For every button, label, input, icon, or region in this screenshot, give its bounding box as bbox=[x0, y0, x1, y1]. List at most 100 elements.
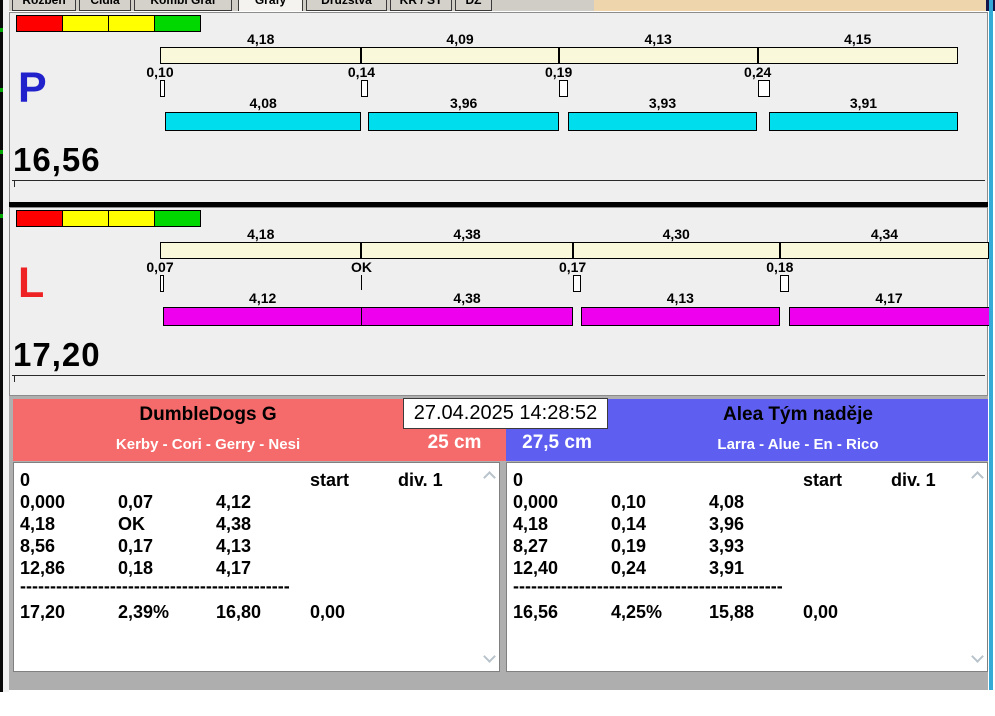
traffic-light-segment bbox=[154, 15, 201, 32]
lane-total-time: 16,56 bbox=[13, 141, 101, 178]
traffic-light-segment bbox=[62, 15, 109, 32]
lane-underline-tick bbox=[14, 181, 15, 187]
dog-time-label: 4,17 bbox=[875, 290, 903, 306]
table-cell: 8,56 bbox=[20, 536, 56, 556]
changeover-time-label: 0,19 bbox=[544, 64, 573, 80]
table-cell: start bbox=[310, 470, 350, 490]
table-cell: 0,14 bbox=[611, 514, 647, 534]
split-time-label: 4,38 bbox=[453, 226, 481, 242]
table-row: 8,27 0,19 3,93 bbox=[507, 535, 969, 557]
split-time-label: 4,18 bbox=[247, 226, 275, 242]
changeover-ok-marker bbox=[361, 275, 363, 290]
team-dogs: Larra - Alue - En - Rico bbox=[717, 436, 879, 453]
changeover-time-label: 0,10 bbox=[146, 64, 174, 80]
lane-total-time: 17,20 bbox=[13, 336, 101, 373]
scrollbar-up-button[interactable] bbox=[971, 471, 984, 484]
table-row: 8,56 0,17 4,13 bbox=[14, 535, 481, 557]
jump-height-label: 27,5 cm bbox=[522, 432, 592, 453]
table-cell: 4,12 bbox=[216, 492, 252, 512]
table-row: 4,18 0,14 3,96 bbox=[507, 513, 969, 535]
tab-grafy[interactable]: Grafy bbox=[238, 0, 303, 11]
changeover-marker bbox=[757, 80, 770, 97]
table-cell: 4,38 bbox=[216, 514, 252, 534]
table-cell: 0 bbox=[513, 470, 524, 490]
table-cell: 16,56 bbox=[513, 602, 559, 622]
table-cell: 0,07 bbox=[118, 492, 154, 512]
table-cell: 0 bbox=[20, 470, 31, 490]
table-cell: 0,19 bbox=[611, 536, 647, 556]
dog-time-label: 3,96 bbox=[450, 95, 478, 111]
table-cell: 17,20 bbox=[20, 602, 66, 622]
tab-rozb-h[interactable]: Rozběh bbox=[12, 0, 76, 11]
table-cell: 4,18 bbox=[513, 514, 549, 534]
changeover-marker bbox=[160, 80, 165, 97]
scrollbar-up-button[interactable] bbox=[483, 471, 496, 484]
table-cell: div. 1 bbox=[891, 470, 936, 490]
dog-run-bar bbox=[567, 112, 758, 131]
table-cell: 3,96 bbox=[709, 514, 745, 534]
window-right-border bbox=[989, 0, 993, 690]
table-cell: 3,93 bbox=[709, 536, 745, 556]
tab-dz[interactable]: DZ bbox=[455, 0, 492, 11]
table-cell: 0,00 bbox=[310, 602, 346, 622]
tab-kr-t[interactable]: KR / ŠT bbox=[390, 0, 452, 11]
tab-kombi-graf[interactable]: Kombi Graf bbox=[134, 0, 232, 11]
dog-time-label: 3,93 bbox=[648, 95, 677, 111]
title-strip bbox=[594, 0, 987, 11]
table-header-row: 0 start div. 1 bbox=[507, 469, 969, 491]
changeover-marker bbox=[558, 80, 568, 97]
split-divider bbox=[778, 242, 781, 259]
tab-idla[interactable]: Čidla bbox=[79, 0, 131, 11]
split-time-bar bbox=[160, 242, 990, 259]
bottom-scrollbar[interactable] bbox=[9, 672, 988, 690]
changeover-time-label: 0,14 bbox=[347, 64, 376, 80]
changeover-time-label: 0,24 bbox=[744, 64, 772, 80]
scrollbar-down-button[interactable] bbox=[971, 650, 984, 663]
changeover-marker bbox=[361, 80, 369, 97]
results-table-right[interactable]: 0 start div. 1 0,000 0,10 4,08 4,18 0,14 3,96 8,2… bbox=[506, 462, 988, 672]
tab-dru-stva[interactable]: Družstva bbox=[306, 0, 387, 11]
table-cell: start bbox=[803, 470, 843, 490]
table-cell: 8,27 bbox=[513, 536, 549, 556]
dog-time-label: 4,38 bbox=[453, 290, 481, 306]
split-divider bbox=[557, 47, 560, 64]
changeover-time-label: OK bbox=[350, 259, 372, 275]
table-cell: div. 1 bbox=[398, 470, 443, 490]
traffic-light-segment bbox=[62, 210, 109, 227]
split-divider bbox=[360, 242, 363, 259]
split-time-label: 4,18 bbox=[247, 31, 275, 47]
table-cell: 2,39% bbox=[118, 602, 170, 622]
scrollbar-down-button[interactable] bbox=[483, 650, 496, 663]
lane-underline-tick bbox=[14, 376, 15, 382]
traffic-light-bar bbox=[16, 15, 201, 32]
split-divider bbox=[756, 47, 759, 64]
dog-run-bar bbox=[163, 307, 362, 326]
lane-panel-p: 4,18 0,10 4,08 4,09 0,14 3,96 4,13 0,19 3,93 4,15… bbox=[9, 12, 988, 203]
split-divider bbox=[360, 47, 363, 64]
dog-time-label: 4,12 bbox=[249, 290, 277, 306]
datetime-box: 27.04.2025 14:28:52 bbox=[403, 398, 608, 429]
split-time-label: 4,13 bbox=[644, 31, 672, 47]
team-name: Alea Tým naděje bbox=[723, 404, 873, 425]
table-cell: OK bbox=[118, 514, 145, 534]
dog-run-bar bbox=[580, 307, 780, 326]
lane-underline bbox=[12, 375, 985, 376]
lane-panel-l: 4,18 0,07 4,12 4,38 OK 4,38 4,30 0,17 4,13 4,34 0,… bbox=[9, 207, 990, 396]
table-row: 0,000 0,10 4,08 bbox=[507, 491, 969, 513]
results-table-left[interactable]: 0 start div. 1 0,000 0,07 4,12 4,18 OK 4,38 8,56 0… bbox=[13, 462, 500, 672]
dog-run-bar bbox=[164, 112, 362, 131]
table-row: 4,18 OK 4,38 bbox=[14, 513, 481, 535]
table-separator: ----------------------------------------… bbox=[513, 576, 783, 596]
table-separator: ----------------------------------------… bbox=[20, 576, 290, 596]
tab-bar: Rozběh Čidla Kombi Graf Grafy Družstva KR / Š… bbox=[3, 0, 594, 11]
dog-run-bar bbox=[368, 112, 560, 131]
split-divider bbox=[571, 242, 574, 259]
dog-time-label: 4,08 bbox=[249, 95, 277, 111]
lane-letter-p: P bbox=[18, 64, 47, 112]
dog-time-label: 4,13 bbox=[666, 290, 694, 306]
table-cell: 16,80 bbox=[216, 602, 262, 622]
traffic-light-segment bbox=[154, 210, 201, 227]
jump-height-label: 25 cm bbox=[427, 432, 482, 453]
app-window: Rozběh Čidla Kombi Graf Grafy Družstva KR / Š… bbox=[0, 0, 995, 716]
split-time-label: 4,09 bbox=[446, 31, 474, 47]
